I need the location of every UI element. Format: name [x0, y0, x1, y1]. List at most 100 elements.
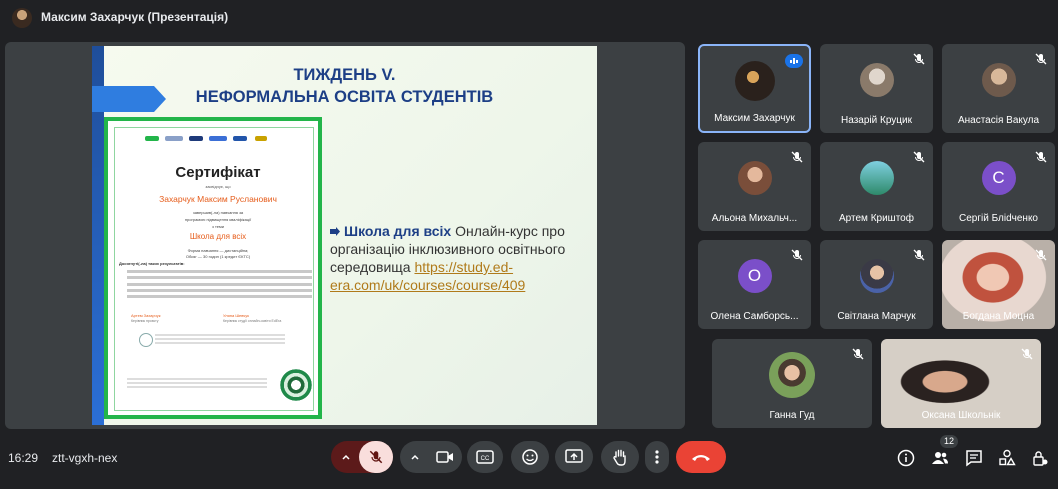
- cert-fine-print: [127, 378, 267, 380]
- svg-text:CC: CC: [481, 456, 490, 462]
- cert-fine-print: [127, 386, 267, 388]
- participant-avatar: [859, 161, 894, 196]
- cert-result-line: [127, 289, 312, 292]
- people-count-badge: 12: [940, 435, 958, 448]
- people-icon[interactable]: [931, 449, 949, 467]
- chevron-up-icon: [342, 454, 350, 460]
- participant-tile[interactable]: Максим Захарчук: [698, 44, 811, 133]
- certificate-attest: засвідчує, що: [205, 184, 231, 189]
- participant-tile[interactable]: Оксана Школьнік: [881, 339, 1041, 428]
- presentation-slide: ТИЖДЕНЬ V. НЕФОРМАЛЬНА ОСВІТА СТУДЕНТІВ …: [92, 46, 597, 425]
- certificate-form: Обсяг — 30 годин (1 кредит ЄКТС): [185, 254, 251, 259]
- participant-avatar: [981, 63, 1016, 98]
- mic-off-icon: [1035, 151, 1047, 163]
- phone-hangup-icon: [692, 455, 710, 461]
- participant-tile[interactable]: Богдана Моцна: [942, 240, 1055, 329]
- cert-signature-left: Артем Захарчук: [131, 313, 161, 318]
- presenter-avatar: [12, 8, 32, 28]
- participant-tile[interactable]: Анастасія Вакула: [942, 44, 1055, 133]
- mic-off-icon: [369, 450, 383, 464]
- certificate-results-heading: Досягнуті(-ла) таких результатів:: [119, 261, 185, 266]
- mic-off-icon: [913, 53, 925, 65]
- participant-avatar: [769, 352, 815, 399]
- cert-signature-right-role: Керівник студії онлайн-освіти EdEra: [223, 319, 282, 323]
- chevron-up-icon: [411, 454, 419, 460]
- mic-off-icon: [913, 151, 925, 163]
- bullet-arrow-icon: [330, 227, 340, 236]
- reactions-button[interactable]: [511, 441, 549, 473]
- cert-signature-right: Уляна Шевчук: [223, 313, 249, 318]
- participant-tile[interactable]: Світлана Марчук: [820, 240, 933, 329]
- meeting-details-icon[interactable]: [897, 449, 915, 467]
- activities-icon[interactable]: [998, 449, 1016, 467]
- cert-logo: [209, 136, 227, 141]
- cert-logo: [145, 136, 159, 141]
- participant-avatar: [734, 60, 775, 101]
- participant-tile[interactable]: С Сергій Бліdченко: [942, 142, 1055, 231]
- slide-title-line2: НЕФОРМАЛЬНА ОСВІТА СТУДЕНТІВ: [195, 88, 494, 106]
- captions-button[interactable]: CC: [467, 441, 503, 473]
- hand-icon: [613, 449, 626, 466]
- cert-signature-left-role: Керівник проєкту: [131, 319, 159, 323]
- mic-toggle-button[interactable]: [359, 441, 393, 473]
- camera-options-button[interactable]: [400, 441, 430, 473]
- slide-title-line1: ТИЖДЕНЬ V.: [293, 66, 396, 84]
- meeting-code: ztt-vgxh-nex: [52, 451, 118, 465]
- cert-logo: [255, 136, 267, 141]
- top-bar: Максим Захарчук (Презентація): [0, 0, 1058, 36]
- mic-off-icon: [791, 249, 803, 261]
- mic-off-icon: [913, 249, 925, 261]
- cert-logo: [165, 136, 183, 141]
- more-options-button[interactable]: [645, 441, 669, 473]
- participant-avatar: [859, 63, 894, 98]
- participant-tile[interactable]: Артем Криштоф: [820, 142, 933, 231]
- cert-result-line: [127, 276, 312, 279]
- cert-fine-print: [155, 338, 285, 340]
- certificate-image: Сертифікат засвідчує, що Захарчук Максим…: [104, 117, 322, 419]
- cert-fine-print: [155, 334, 285, 336]
- certificate-form: Форма навчання — дистанційна;: [187, 248, 249, 253]
- participant-avatar: [859, 259, 894, 294]
- certificate-line: програмою підвищення кваліфікації: [184, 217, 252, 222]
- present-screen-button[interactable]: [555, 441, 593, 473]
- cert-logo: [189, 136, 203, 141]
- participant-avatar: [737, 161, 772, 196]
- participant-name: Ганна Гуд: [769, 410, 815, 421]
- cert-fine-print: [127, 382, 267, 384]
- certificate-line: завершив(-ла) навчання за: [192, 210, 244, 215]
- cert-result-line: [127, 295, 312, 298]
- participant-name: Альона Михальч...: [711, 213, 798, 224]
- raise-hand-button[interactable]: [601, 441, 639, 473]
- mic-off-icon: [791, 151, 803, 163]
- participant-avatar: С: [981, 161, 1016, 196]
- host-controls-lock-icon[interactable]: [1031, 449, 1049, 467]
- present-icon: [565, 449, 583, 463]
- participant-name: Анастасія Вакула: [957, 115, 1040, 126]
- mic-options-button[interactable]: [331, 441, 361, 473]
- participant-name: Максим Захарчук: [714, 113, 795, 124]
- cert-stamp-icon: [139, 333, 153, 347]
- participant-tile[interactable]: О Олена Самборсь...: [698, 240, 811, 329]
- end-call-button[interactable]: [676, 441, 726, 473]
- participant-avatar: О: [737, 259, 772, 294]
- participant-name: Назарій Круцик: [841, 115, 912, 126]
- certificate-title: Сертифікат: [175, 164, 261, 181]
- mic-off-icon: [1035, 53, 1047, 65]
- participant-name: Олена Самборсь...: [710, 311, 799, 322]
- certificate-line: з теми: [212, 224, 224, 229]
- slide-body-text: Школа для всіх Онлайн-курс про організац…: [330, 222, 582, 294]
- speaking-indicator-icon: [785, 54, 803, 68]
- participant-tile[interactable]: Альона Михальч...: [698, 142, 811, 231]
- camera-toggle-button[interactable]: [428, 441, 462, 473]
- certificate-name: Захарчук Максим Русланович: [159, 194, 277, 204]
- participant-name: Сергій Бліdченко: [959, 213, 1038, 224]
- mic-off-icon: [1021, 348, 1033, 360]
- cert-fine-print: [155, 342, 285, 344]
- participant-tile[interactable]: Назарій Круцик: [820, 44, 933, 133]
- chat-icon[interactable]: [965, 449, 983, 467]
- more-vertical-icon: [655, 450, 659, 464]
- participant-tile[interactable]: Ганна Гуд: [712, 339, 872, 428]
- camera-icon: [436, 451, 453, 463]
- emoji-icon: [522, 449, 538, 465]
- cert-logo: [233, 136, 247, 141]
